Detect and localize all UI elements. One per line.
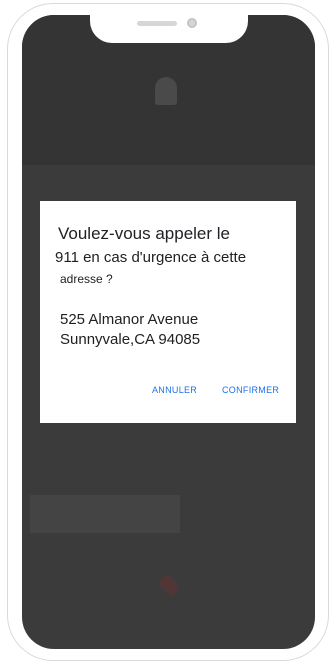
phone-notch bbox=[90, 15, 248, 43]
front-camera bbox=[187, 18, 197, 28]
dialog-title-line2: 911 en cas d'urgence à cette bbox=[55, 249, 247, 266]
dialog-title-line3: adresse ? bbox=[60, 272, 113, 286]
background-card bbox=[30, 495, 180, 533]
dialog-title-line1: Voulez-vous appeler le bbox=[58, 224, 231, 243]
map-pin-icon bbox=[156, 572, 182, 598]
emergency-call-dialog: Voulez-vous appeler le 911 en cas d'urge… bbox=[40, 201, 296, 423]
address-city: Sunnyvale,CA 94085 bbox=[60, 331, 201, 348]
address-street: 525 Almanor Avenue bbox=[60, 311, 199, 328]
cancel-button[interactable]: ANNULER bbox=[152, 385, 197, 395]
confirm-button[interactable]: CONFIRMER bbox=[222, 385, 279, 395]
speaker-grille bbox=[137, 21, 177, 26]
background-app-icon bbox=[155, 77, 177, 105]
